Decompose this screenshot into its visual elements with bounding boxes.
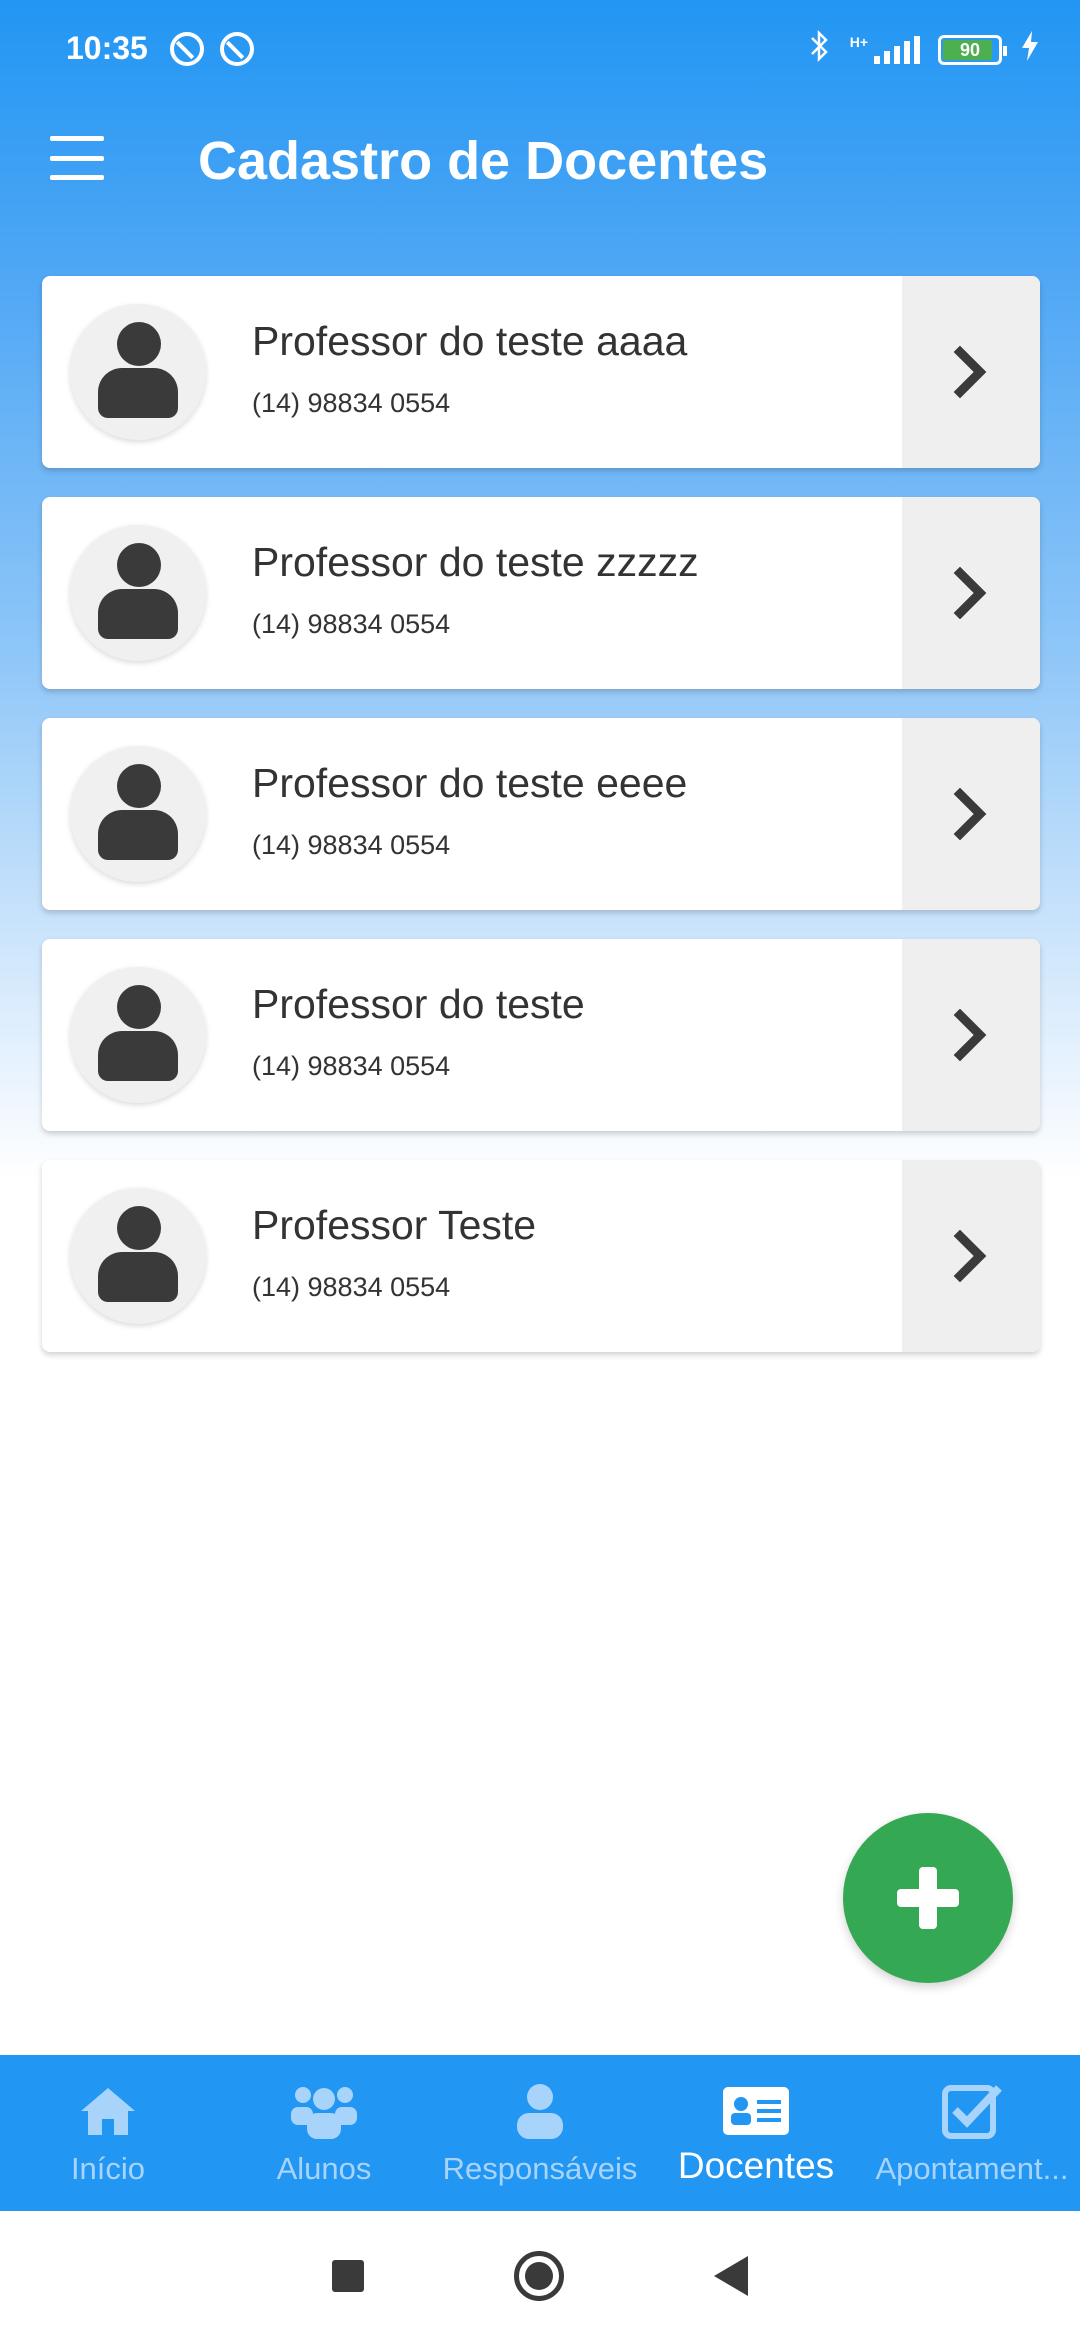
avatar-icon — [70, 304, 206, 440]
home-icon — [78, 2079, 138, 2143]
nav-label: Alunos — [276, 2151, 372, 2186]
avatar-icon — [70, 525, 206, 661]
avatar-icon — [70, 746, 206, 882]
teacher-name: Professor do teste — [252, 981, 585, 1027]
teacher-phone: (14) 98834 0554 — [252, 830, 451, 860]
user-icon — [513, 2079, 567, 2143]
avatar-icon — [70, 1188, 206, 1324]
id-card-icon — [721, 2079, 791, 2143]
chevron-right-icon — [953, 1009, 987, 1061]
teacher-phone: (14) 98834 0554 — [252, 609, 451, 639]
teacher-name: Professor do teste aaaa — [252, 318, 688, 364]
network-type-label: H+ — [849, 34, 868, 50]
hamburger-menu-icon[interactable] — [50, 136, 104, 180]
nav-label: Responsáveis — [442, 2151, 638, 2186]
plus-icon — [897, 1867, 959, 1929]
nav-item-docentes[interactable]: Docentes — [648, 2055, 864, 2211]
avatar-icon — [70, 967, 206, 1103]
open-teacher-button[interactable] — [902, 1160, 1040, 1352]
teacher-card[interactable]: Professor do teste eeee (14) 98834 0554 — [42, 718, 1040, 910]
charging-bolt-icon — [1020, 30, 1040, 70]
teacher-card[interactable]: Professor do teste aaaa (14) 98834 0554 — [42, 276, 1040, 468]
open-teacher-button[interactable] — [902, 939, 1040, 1131]
open-teacher-button[interactable] — [902, 276, 1040, 468]
home-button[interactable] — [514, 2250, 564, 2301]
teacher-name: Professor do teste zzzzz — [252, 539, 699, 585]
teacher-list: Professor do teste aaaa (14) 98834 0554 Pr… — [42, 276, 1040, 1381]
app-bar: Cadastro de Docentes — [0, 100, 1080, 230]
chevron-right-icon — [953, 567, 987, 619]
back-button[interactable] — [714, 2255, 748, 2296]
add-teacher-button[interactable] — [843, 1813, 1013, 1983]
checkbox-icon — [941, 2079, 1003, 2143]
sync-status-icon — [220, 32, 254, 66]
teacher-card[interactable]: Professor do teste zzzzz (14) 98834 0554 — [42, 497, 1040, 689]
teacher-name: Professor Teste — [252, 1202, 537, 1248]
nav-item-alunos[interactable]: Alunos — [216, 2055, 432, 2211]
chevron-right-icon — [953, 346, 987, 398]
teacher-card[interactable]: Professor Teste (14) 98834 0554 — [42, 1160, 1040, 1352]
bluetooth-icon — [808, 29, 832, 71]
sync-status-icon — [170, 32, 204, 66]
status-bar: 10:35 H+ 90 — [0, 0, 1080, 100]
status-indicators: H+ 90 — [808, 29, 1040, 71]
teacher-phone: (14) 98834 0554 — [252, 388, 451, 418]
teacher-phone: (14) 98834 0554 — [252, 1051, 451, 1081]
battery-icon: 90 — [938, 35, 1007, 65]
bottom-navigation: Início Alunos Responsáveis Docentes Apon… — [0, 2055, 1080, 2211]
open-teacher-button[interactable] — [902, 497, 1040, 689]
teacher-card[interactable]: Professor do teste (14) 98834 0554 — [42, 939, 1040, 1131]
nav-item-inicio[interactable]: Início — [0, 2055, 216, 2211]
nav-item-apontamentos[interactable]: Apontament... — [864, 2055, 1080, 2211]
battery-level-label: 90 — [959, 39, 981, 60]
nav-label: Apontament... — [875, 2151, 1069, 2186]
chevron-right-icon — [953, 1230, 987, 1282]
nav-item-responsaveis[interactable]: Responsáveis — [432, 2055, 648, 2211]
chevron-right-icon — [953, 788, 987, 840]
status-time: 10:35 — [66, 30, 148, 66]
cellular-signal-icon: H+ — [849, 34, 920, 64]
nav-label: Docentes — [677, 2145, 835, 2186]
recents-button[interactable] — [332, 2259, 364, 2292]
teacher-phone: (14) 98834 0554 — [252, 1272, 451, 1302]
open-teacher-button[interactable] — [902, 718, 1040, 910]
users-icon — [289, 2079, 359, 2143]
page-title: Cadastro de Docentes — [198, 131, 769, 191]
teacher-name: Professor do teste eeee — [252, 760, 688, 806]
nav-label: Início — [70, 2151, 146, 2186]
system-navigation-bar — [0, 2211, 1080, 2340]
